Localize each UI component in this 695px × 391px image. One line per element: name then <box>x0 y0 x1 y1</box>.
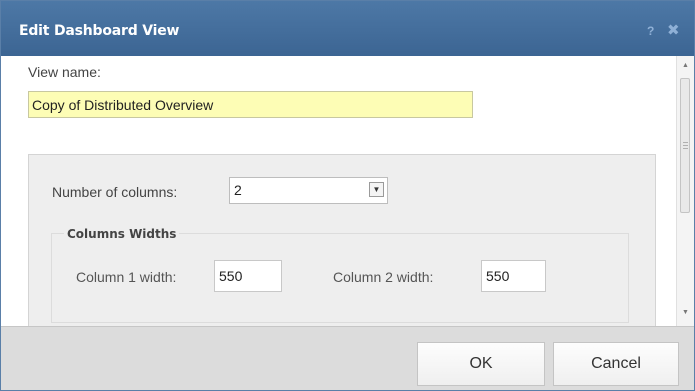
scroll-up-icon[interactable]: ▲ <box>682 62 689 69</box>
grip-line <box>683 145 688 146</box>
scroll-thumb[interactable] <box>680 78 690 213</box>
number-of-columns-value: 2 <box>234 182 242 198</box>
column-2-width-label: Column 2 width: <box>333 269 434 285</box>
view-name-input[interactable] <box>28 91 473 118</box>
column-1-width-input[interactable] <box>214 260 282 292</box>
ok-button[interactable]: OK <box>417 342 545 386</box>
column-1-width-label: Column 1 width: <box>76 269 177 285</box>
column-2-width-input[interactable] <box>481 260 546 292</box>
dialog-footer: OK Cancel <box>1 326 694 390</box>
columns-widths-legend: Columns Widths <box>64 227 180 241</box>
scroll-down-icon[interactable]: ▼ <box>682 309 689 316</box>
edit-dashboard-view-dialog: Edit Dashboard View ? ✖ View name: Numbe… <box>0 0 695 391</box>
grip-line <box>683 148 688 149</box>
dialog-titlebar[interactable]: Edit Dashboard View ? ✖ <box>1 1 694 56</box>
layout-settings-panel: Number of columns: 2 ▼ Columns Widths Co… <box>28 154 656 326</box>
dialog-content: View name: Number of columns: 2 ▼ Column… <box>1 56 676 326</box>
close-icon[interactable]: ✖ <box>667 21 680 39</box>
chevron-down-icon[interactable]: ▼ <box>369 182 384 197</box>
cancel-button[interactable]: Cancel <box>553 342 679 386</box>
columns-widths-group: Columns Widths Column 1 width: Column 2 … <box>51 227 629 323</box>
dialog-title: Edit Dashboard View <box>19 23 180 39</box>
grip-line <box>683 142 688 143</box>
help-icon[interactable]: ? <box>647 24 654 38</box>
number-of-columns-label: Number of columns: <box>52 184 178 200</box>
number-of-columns-select[interactable]: 2 ▼ <box>229 177 388 204</box>
view-name-label: View name: <box>28 64 101 80</box>
content-scrollbar[interactable]: ▲ ▼ <box>676 56 694 326</box>
